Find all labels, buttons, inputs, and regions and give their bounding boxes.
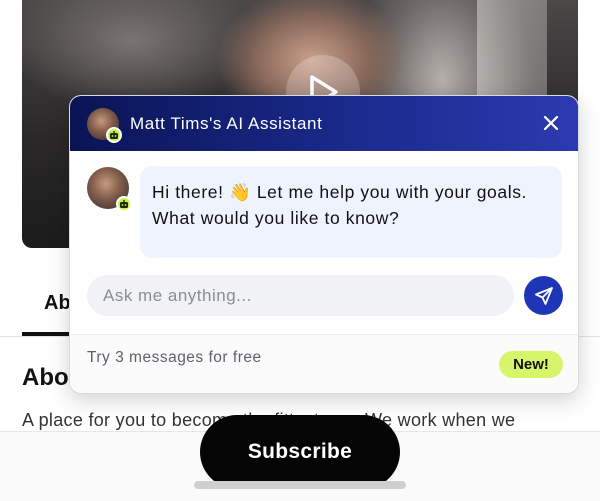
bot-icon xyxy=(110,130,118,139)
send-button[interactable] xyxy=(524,276,563,315)
subscribe-button[interactable]: Subscribe xyxy=(200,415,400,489)
new-badge: New! xyxy=(499,351,563,378)
send-icon xyxy=(534,286,553,305)
home-indicator xyxy=(194,481,406,489)
chat-input[interactable] xyxy=(87,275,514,316)
close-icon xyxy=(543,115,559,131)
close-button[interactable] xyxy=(540,112,562,134)
assistant-message: Hi there! 👋 Let me help you with your go… xyxy=(140,166,562,258)
bot-badge xyxy=(106,127,122,143)
video-background-detail xyxy=(477,0,547,110)
chat-footer: Try 3 messages for free New! xyxy=(70,334,578,393)
message-avatar xyxy=(87,167,132,212)
assistant-avatar xyxy=(87,108,122,143)
free-messages-text: Try 3 messages for free xyxy=(87,349,262,366)
bot-icon xyxy=(120,199,128,208)
about-heading: Abo xyxy=(22,364,69,391)
bot-badge xyxy=(116,196,132,212)
tab-about[interactable]: Ab xyxy=(44,292,71,315)
chat-title: Matt Tims's AI Assistant xyxy=(130,114,323,133)
chat-header: Matt Tims's AI Assistant xyxy=(70,96,578,151)
ai-assistant-chat: Matt Tims's AI Assistant Hi there! 👋 Let… xyxy=(69,95,579,394)
